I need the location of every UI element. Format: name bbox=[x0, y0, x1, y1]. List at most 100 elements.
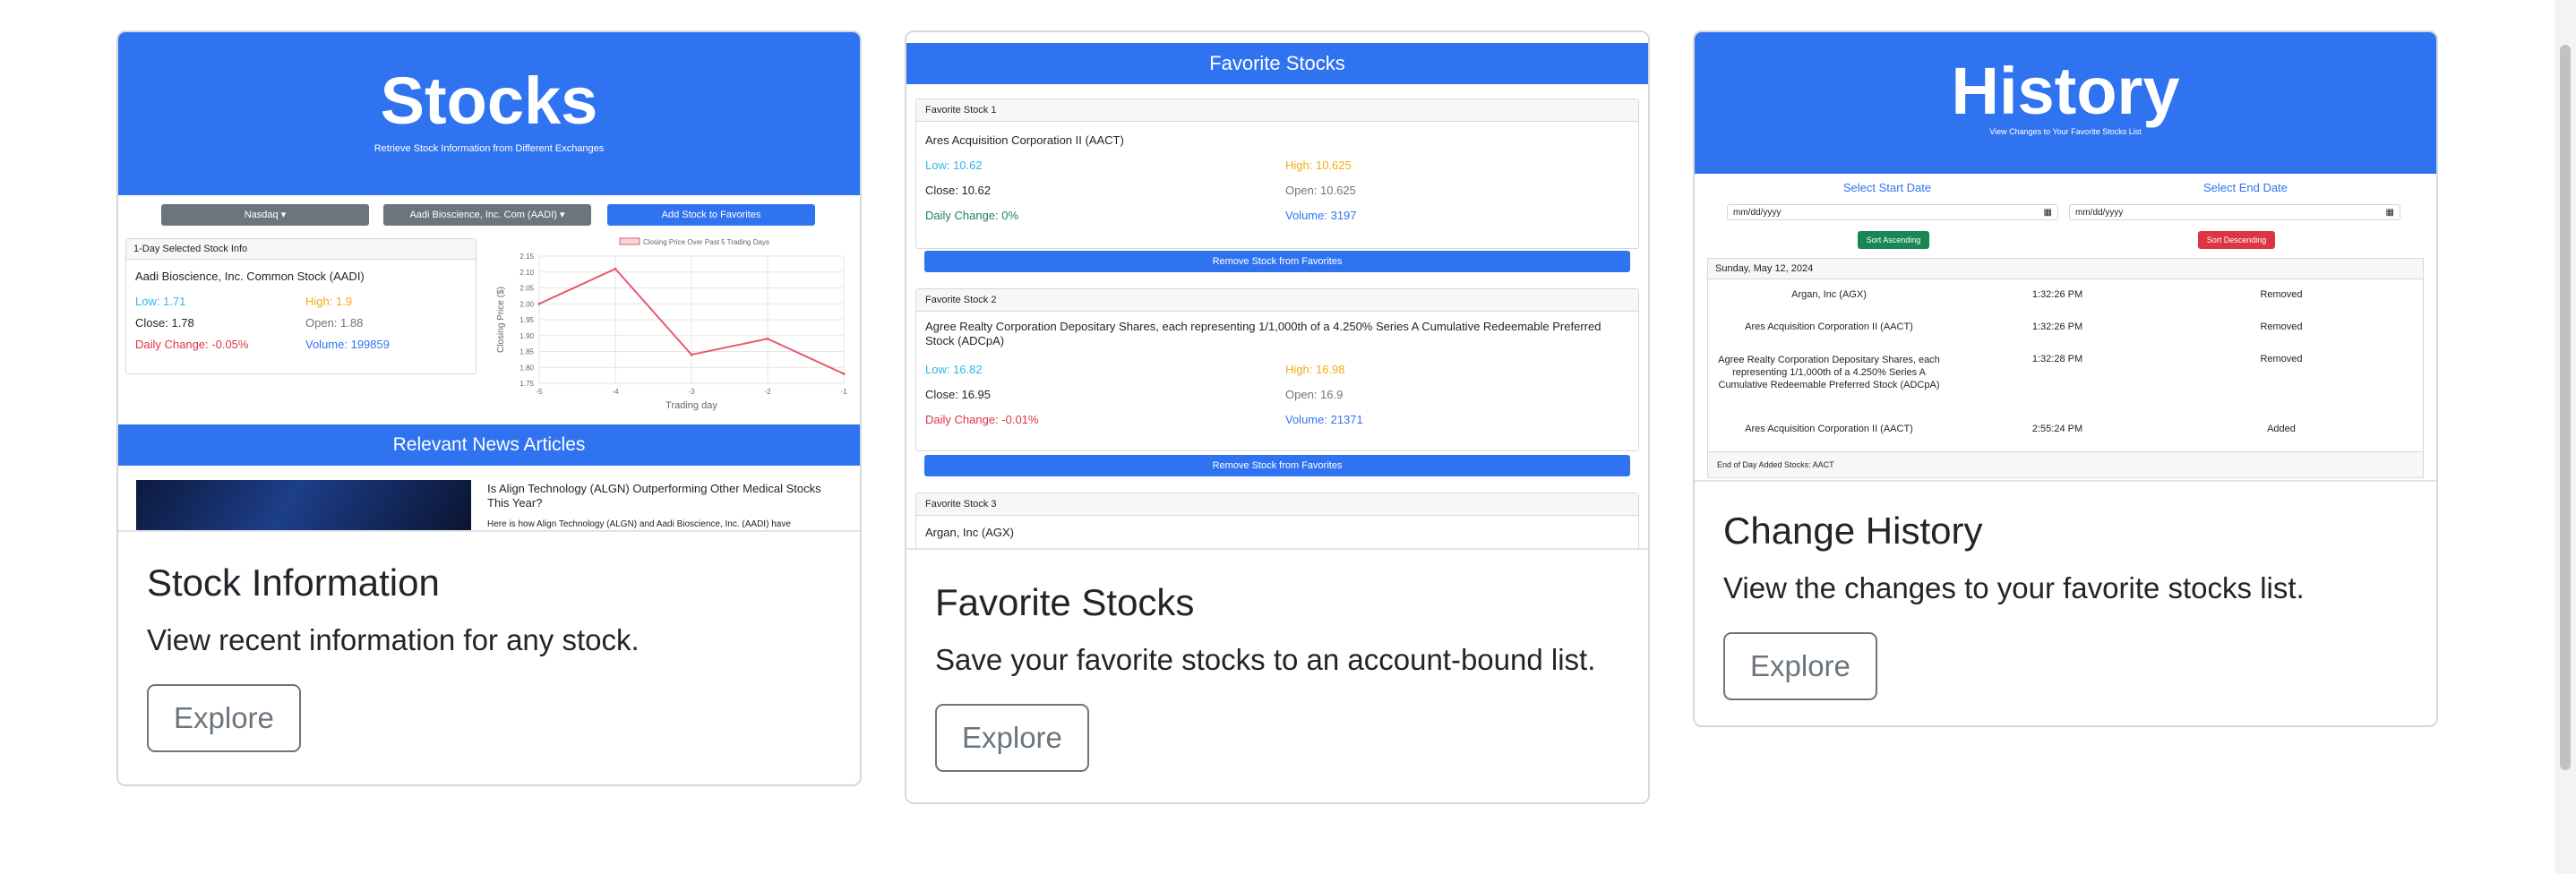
end-date-placeholder: mm/dd/yyyy bbox=[2075, 208, 2124, 218]
stock-volume: Volume: 199859 bbox=[305, 338, 390, 351]
data-point bbox=[690, 353, 693, 356]
y-tick-label: 1.95 bbox=[519, 316, 534, 324]
stock-open: Open: 1.88 bbox=[305, 316, 364, 330]
x-axis-label: Trading day bbox=[665, 400, 717, 411]
card-text: Save your favorite stocks to an account-… bbox=[935, 643, 1596, 676]
end-date-input[interactable]: mm/dd/yyyy ▦ bbox=[2069, 204, 2400, 220]
favorite-stock-item: Favorite Stock 3 Argan, Inc (AGX) bbox=[915, 493, 1639, 548]
y-tick-label: 1.75 bbox=[519, 380, 534, 388]
change-history-preview: History View Changes to Your Favorite St… bbox=[1695, 32, 2436, 482]
history-day-footer: End of Day Added Stocks: AACT bbox=[1708, 451, 2423, 477]
card-text: View the changes to your favorite stocks… bbox=[1723, 571, 2305, 604]
add-to-favorites-button[interactable]: Add Stock to Favorites bbox=[607, 204, 815, 226]
favorite-stock-volume: Volume: 3197 bbox=[1285, 209, 1357, 222]
history-row-time: 1:32:28 PM bbox=[2031, 354, 2083, 364]
news-snippet: Here is how Align Technology (ALGN) and … bbox=[487, 519, 791, 529]
history-row-action: Removed bbox=[2260, 289, 2303, 300]
favorite-stock-low: Low: 10.62 bbox=[925, 159, 983, 172]
history-row-time: 1:32:26 PM bbox=[2031, 321, 2083, 332]
favorite-stock-header: Favorite Stock 3 bbox=[916, 493, 1638, 516]
favorites-header: Favorite Stocks bbox=[906, 43, 1648, 84]
y-tick-label: 1.85 bbox=[519, 348, 534, 356]
history-header-subtitle: View Changes to Your Favorite Stocks Lis… bbox=[1989, 127, 2142, 136]
favorite-stock-item: Favorite Stock 1 Ares Acquisition Corpor… bbox=[915, 99, 1639, 249]
favorite-stock-open: Open: 10.625 bbox=[1285, 184, 1356, 197]
favorite-stock-open: Open: 16.9 bbox=[1285, 388, 1344, 401]
favorite-stock-volume: Volume: 21371 bbox=[1285, 413, 1363, 426]
x-tick-label: -2 bbox=[764, 388, 771, 396]
start-date-placeholder: mm/dd/yyyy bbox=[1733, 208, 1782, 218]
stock-dropdown[interactable]: Aadi Bioscience, Inc. Com (AADI) ▾ bbox=[383, 204, 591, 226]
card-title: Stock Information bbox=[147, 561, 440, 604]
history-row-name: Ares Acquisition Corporation II (AACT) bbox=[1745, 424, 1913, 434]
y-tick-label: 2.00 bbox=[519, 300, 534, 308]
change-history-card: History View Changes to Your Favorite St… bbox=[1693, 30, 2438, 727]
remove-favorite-button[interactable]: Remove Stock from Favorites bbox=[924, 455, 1630, 476]
closing-price-chart: Closing Price Over Past 5 Trading Days 1.… bbox=[496, 237, 847, 411]
history-row-time: 2:55:24 PM bbox=[2031, 424, 2083, 434]
caret-down-icon: ▾ bbox=[559, 210, 565, 220]
favorite-stock-high: High: 10.625 bbox=[1285, 159, 1352, 172]
start-date-input[interactable]: mm/dd/yyyy ▦ bbox=[1727, 204, 2058, 220]
history-header: History View Changes to Your Favorite St… bbox=[1695, 32, 2436, 174]
calendar-icon: ▦ bbox=[2385, 208, 2394, 218]
data-point bbox=[842, 372, 846, 375]
news-title[interactable]: Is Align Technology (ALGN) Outperforming… bbox=[487, 482, 846, 510]
favorite-stocks-preview: Favorite Stocks Favorite Stock 1 Ares Ac… bbox=[906, 32, 1648, 548]
history-row-name: Argan, Inc (AGX) bbox=[1791, 289, 1867, 300]
x-tick-label: -1 bbox=[840, 388, 847, 396]
exchange-dropdown[interactable]: Nasdaq ▾ bbox=[161, 204, 369, 226]
remove-favorite-button[interactable]: Remove Stock from Favorites bbox=[924, 251, 1630, 272]
stock-close: Close: 1.78 bbox=[135, 316, 194, 330]
history-row-time: 1:32:26 PM bbox=[2031, 289, 2083, 300]
favorite-stock-low: Low: 16.82 bbox=[925, 363, 983, 376]
explore-button[interactable]: Explore bbox=[1723, 632, 1877, 700]
calendar-icon: ▦ bbox=[2043, 208, 2052, 218]
data-point bbox=[614, 267, 617, 270]
history-header-title: History bbox=[1951, 54, 2180, 128]
stock-information-preview: Stocks Retrieve Stock Information from D… bbox=[118, 32, 860, 532]
stocks-header-subtitle: Retrieve Stock Information from Differen… bbox=[374, 143, 605, 154]
card-title: Change History bbox=[1723, 510, 1983, 552]
history-row-action: Removed bbox=[2260, 354, 2303, 364]
news-header: Relevant News Articles bbox=[118, 424, 860, 466]
data-point bbox=[766, 337, 769, 340]
stock-controls: Nasdaq ▾ Aadi Bioscience, Inc. Com (AADI… bbox=[118, 195, 860, 235]
card-title: Favorite Stocks bbox=[935, 581, 1195, 623]
favorite-stock-name: Ares Acquisition Corporation II (AACT) bbox=[925, 133, 1124, 147]
sort-descending-button[interactable]: Sort Descending bbox=[2198, 231, 2275, 249]
news-thumbnail bbox=[136, 480, 471, 530]
stock-daily-change: Daily Change: -0.05% bbox=[135, 338, 249, 351]
stock-information-card: Stocks Retrieve Stock Information from D… bbox=[116, 30, 862, 786]
history-row-action: Removed bbox=[2260, 321, 2303, 332]
scrollbar-thumb[interactable] bbox=[2560, 45, 2571, 770]
selected-stock-name: Aadi Bioscience, Inc. Common Stock (AADI… bbox=[135, 270, 365, 283]
history-row-action: Added bbox=[2267, 424, 2296, 434]
stocks-header: Stocks Retrieve Stock Information from D… bbox=[118, 32, 860, 195]
x-tick-label: -5 bbox=[536, 388, 543, 396]
favorite-stock-high: High: 16.98 bbox=[1285, 363, 1345, 376]
favorite-stock-header: Favorite Stock 1 bbox=[916, 99, 1638, 122]
stock-low: Low: 1.71 bbox=[135, 295, 186, 308]
explore-button[interactable]: Explore bbox=[935, 704, 1089, 772]
x-tick-label: -3 bbox=[688, 388, 695, 396]
favorite-stocks-card: Favorite Stocks Favorite Stock 1 Ares Ac… bbox=[905, 30, 1650, 804]
end-date-label: Select End Date bbox=[2203, 181, 2288, 194]
y-tick-label: 1.90 bbox=[519, 332, 534, 340]
favorites-header-title: Favorite Stocks bbox=[1209, 52, 1345, 74]
change-history-body: Change History View the changes to your … bbox=[1695, 482, 2436, 700]
data-point bbox=[537, 302, 541, 305]
favorite-stock-daily-change: Daily Change: -0.01% bbox=[925, 413, 1039, 426]
explore-button[interactable]: Explore bbox=[147, 684, 301, 752]
history-row-name: Ares Acquisition Corporation II (AACT) bbox=[1745, 321, 1913, 332]
selected-stock-info-card: 1-Day Selected Stock Info Aadi Bioscienc… bbox=[125, 238, 477, 374]
card-text: View recent information for any stock. bbox=[147, 623, 640, 656]
stock-information-body: Stock Information View recent informatio… bbox=[118, 532, 860, 752]
favorite-stock-item: Favorite Stock 2 Agree Realty Corporatio… bbox=[915, 288, 1639, 451]
legend-label: Closing Price Over Past 5 Trading Days bbox=[643, 238, 769, 246]
favorite-stock-name: Agree Realty Corporation Depositary Shar… bbox=[925, 320, 1601, 347]
favorite-stock-close: Close: 10.62 bbox=[925, 184, 991, 197]
sort-ascending-button[interactable]: Sort Ascending bbox=[1858, 231, 1929, 249]
selected-stock-info-header: 1-Day Selected Stock Info bbox=[126, 239, 476, 260]
favorite-stock-name: Argan, Inc (AGX) bbox=[925, 526, 1014, 539]
